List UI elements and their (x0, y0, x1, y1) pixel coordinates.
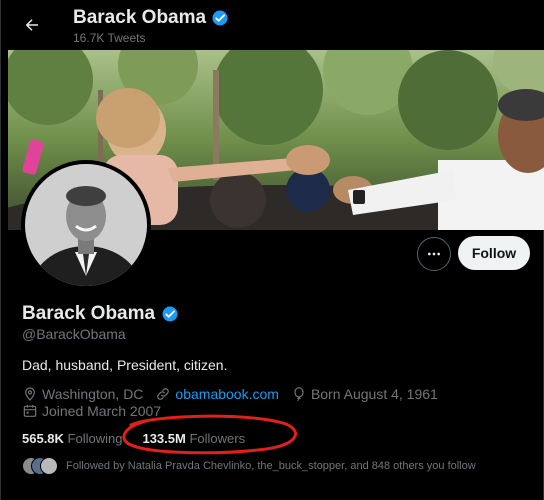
profile-meta-row: Washington, DC obamabook.com Born August… (22, 386, 450, 402)
profile-name-text: Barack Obama (22, 303, 156, 324)
header-name-text: Barack Obama (73, 7, 207, 28)
followed-by-row[interactable]: Followed by Natalia Pravda Chevlinko, th… (22, 457, 476, 475)
followers-stat[interactable]: 133.5M Followers (142, 431, 245, 446)
location-item: Washington, DC (22, 386, 143, 402)
profile-handle: @BarackObama (22, 326, 126, 342)
profile-name: Barack Obama (22, 303, 179, 325)
more-dots-icon (428, 252, 440, 256)
arrow-left-icon (25, 19, 38, 31)
mini-avatar (40, 457, 58, 475)
back-button[interactable] (15, 8, 49, 42)
tweet-count: 16.7K Tweets (73, 31, 146, 45)
follow-stats: 565.8K Following 133.5M Followers (22, 431, 245, 446)
verified-badge-icon (162, 306, 178, 322)
followers-count: 133.5M (142, 431, 186, 446)
joined-text: Joined March 2007 (42, 403, 162, 419)
following-stat[interactable]: 565.8K Following (22, 431, 122, 446)
calendar-icon (23, 405, 37, 417)
more-options-button[interactable] (417, 237, 451, 271)
birthday-item: Born August 4, 1961 (291, 386, 438, 402)
profile-avatar[interactable] (21, 160, 151, 290)
location-text: Washington, DC (42, 386, 144, 402)
followed-by-avatars (22, 457, 58, 475)
location-pin-icon (25, 387, 35, 401)
website-link[interactable]: obamabook.com (175, 386, 279, 402)
link-icon (157, 388, 170, 400)
avatar-image (25, 164, 147, 286)
followers-label: Followers (189, 431, 246, 446)
profile-page: Barack Obama 16.7K Tweets Follow Barack … (0, 0, 544, 500)
profile-header: Barack Obama 16.7K Tweets (1, 0, 544, 50)
follow-button[interactable]: Follow (458, 236, 530, 270)
following-label: Following (67, 431, 123, 446)
balloon-icon (294, 387, 304, 402)
followed-by-text: Followed by Natalia Pravda Chevlinko, th… (66, 460, 476, 472)
joined-item: Joined March 2007 (22, 403, 161, 419)
birthday-text: Born August 4, 1961 (310, 386, 438, 402)
header-title: Barack Obama (73, 7, 229, 29)
profile-meta-row-joined: Joined March 2007 (22, 403, 173, 419)
profile-bio: Dad, husband, President, citizen. (22, 357, 228, 373)
website-item: obamabook.com (155, 386, 279, 402)
verified-badge-icon (212, 10, 228, 26)
following-count: 565.8K (22, 431, 64, 446)
